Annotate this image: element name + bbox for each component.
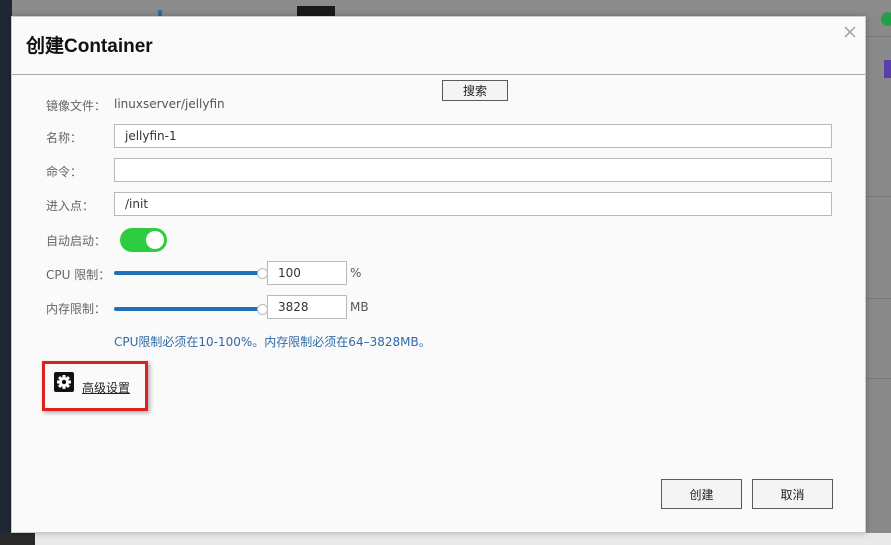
cpu-limit-slider[interactable] <box>114 265 268 281</box>
cpu-limit-label: CPU 限制： <box>46 268 111 282</box>
background-app-element <box>297 6 335 16</box>
image-value: linuxserver/jellyfin <box>114 97 225 111</box>
background-divider <box>866 378 891 379</box>
dialog-title: 创建Container <box>26 36 153 57</box>
close-icon[interactable] <box>843 25 857 39</box>
name-input[interactable]: jellyfin-1 <box>114 124 832 148</box>
entrypoint-label: 进入点： <box>46 199 95 213</box>
background-divider <box>866 36 891 37</box>
limit-hint-text: CPU限制必须在10-100%。内存限制必须在64–3828MB。 <box>114 335 431 349</box>
memory-limit-slider[interactable] <box>114 301 268 317</box>
background-app-top <box>12 0 891 16</box>
cancel-button[interactable]: 取消 <box>752 479 833 509</box>
create-button[interactable]: 创建 <box>661 479 742 509</box>
create-container-dialog: 创建Container 搜索 镜像文件： linuxserver/jellyfi… <box>11 16 866 533</box>
toggle-knob <box>146 231 164 249</box>
memory-limit-label: 内存限制： <box>46 302 107 316</box>
cpu-unit: % <box>350 266 362 280</box>
command-input[interactable] <box>114 158 832 182</box>
autostart-label: 自动启动： <box>46 234 107 248</box>
title-divider <box>12 74 865 75</box>
command-label: 命令： <box>46 165 83 179</box>
memory-limit-input[interactable]: 3828 <box>267 295 347 319</box>
background-divider <box>866 196 891 197</box>
background-app-icon <box>884 60 891 78</box>
slider-fill <box>114 307 262 311</box>
cpu-limit-input[interactable]: 100 <box>267 261 347 285</box>
gear-icon[interactable] <box>54 372 74 392</box>
search-button[interactable]: 搜索 <box>442 80 508 101</box>
background-app-right <box>866 16 891 545</box>
name-label: 名称： <box>46 131 83 145</box>
advanced-settings-link[interactable]: 高级设置 <box>82 379 130 396</box>
background-app-bottom-left <box>0 533 35 545</box>
autostart-toggle[interactable] <box>120 228 167 252</box>
slider-fill <box>114 271 262 275</box>
background-app-bottom <box>0 533 891 545</box>
background-divider <box>866 298 891 299</box>
entrypoint-input[interactable]: /init <box>114 192 832 216</box>
background-status-icon <box>881 12 891 26</box>
memory-unit: MB <box>350 300 369 314</box>
image-label: 镜像文件： <box>46 99 107 113</box>
